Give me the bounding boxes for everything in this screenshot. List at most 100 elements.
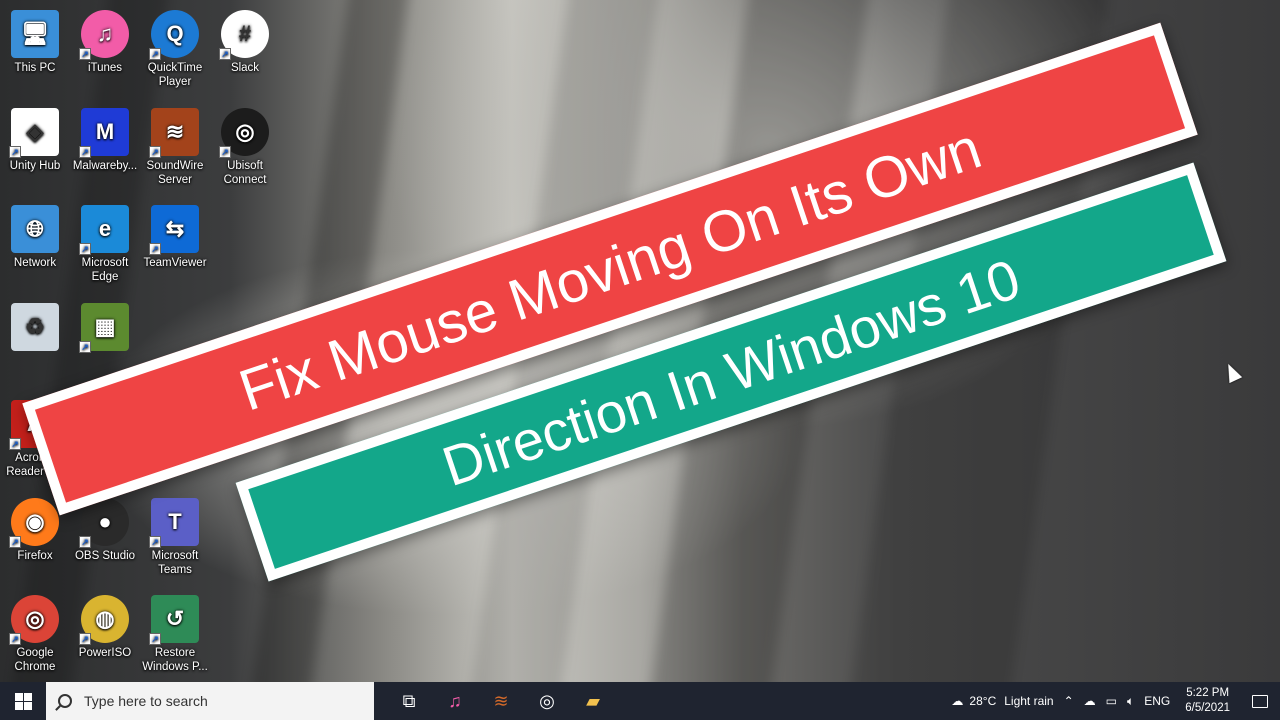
- network-icon: ▭: [1105, 694, 1118, 708]
- shortcut-arrow-icon: ↗: [9, 633, 21, 645]
- windows-logo-icon: [14, 692, 32, 710]
- taskbar-app-button[interactable]: ≋: [478, 682, 524, 720]
- show-hidden-icons-button[interactable]: ⌃: [1059, 682, 1079, 720]
- desktop-icon[interactable]: ◎ ↗ Google Chrome: [0, 591, 70, 682]
- desktop-icon[interactable]: M ↗ Malwareby...: [70, 104, 140, 200]
- desktop-icon[interactable]: ◍ ↗ PowerISO: [70, 591, 140, 682]
- desktop-icon[interactable]: ↺ ↗ Restore Windows P...: [140, 591, 210, 682]
- clock-time: 5:22 PM: [1186, 687, 1230, 699]
- desktop-icon[interactable]: ⇆ ↗ TeamViewer: [140, 201, 210, 297]
- quicktime-icon: Q ↗: [149, 10, 199, 60]
- shortcut-arrow-icon: ↗: [219, 48, 231, 60]
- desktop[interactable]: 🖥︎ This PC ♫ ↗ iTunes Q ↗ QuickTime Player # ↗ Sla…: [0, 0, 1280, 682]
- desktop-icon-label: This PC: [14, 62, 56, 74]
- clock-date: 6/5/2021: [1185, 702, 1230, 714]
- malwarebytes-icon: M ↗: [79, 107, 129, 158]
- soundwire-icon: ≋: [493, 690, 509, 711]
- search-input[interactable]: [84, 693, 344, 709]
- clock[interactable]: 5:22 PM 6/5/2021: [1175, 686, 1240, 716]
- desktop-icon[interactable]: 🌐︎ Network: [0, 201, 70, 297]
- weather-desc: Light rain: [1004, 694, 1054, 708]
- desktop-icon[interactable]: e ↗ Microsoft Edge: [70, 201, 140, 297]
- restore-icon: ↺ ↗: [149, 595, 199, 645]
- desktop-icon-label: QuickTime Player: [147, 62, 203, 88]
- chevron-up-icon: ⌃: [1063, 694, 1074, 708]
- shortcut-arrow-icon: ↗: [149, 243, 161, 255]
- unity-icon: ◈ ↗: [9, 107, 59, 158]
- network-button[interactable]: ▭: [1101, 682, 1122, 720]
- desktop-icon[interactable]: ◈ ↗ Unity Hub: [0, 104, 70, 200]
- task-view-icon: ⧉: [402, 690, 416, 711]
- teams-icon: T ↗: [149, 497, 199, 548]
- notification-icon: [1252, 694, 1268, 708]
- shortcut-arrow-icon: ↗: [79, 633, 91, 645]
- shortcut-arrow-icon: ↗: [9, 535, 21, 548]
- shortcut-arrow-icon: ↗: [79, 340, 91, 353]
- desktop-icon[interactable]: # ↗ Slack: [210, 6, 280, 102]
- computer-icon: 🖥︎: [11, 10, 59, 58]
- weather-temp: 28°C: [969, 694, 997, 708]
- taskbar-search-box[interactable]: [46, 682, 374, 720]
- desktop-icon-label: Microsoft Edge: [81, 257, 129, 283]
- pinned-apps: ⧉ ♫ ≋ ◎ ▰: [386, 682, 616, 720]
- shortcut-arrow-icon: ↗: [149, 535, 161, 548]
- taskbar: ⧉ ♫ ≋ ◎ ▰ ☁ 28°C Light rain ⌃ ☁ ▭ 🔈︎ ENG 5:2…: [0, 682, 1280, 720]
- desktop-icon-label: Ubisoft Connect: [223, 159, 267, 186]
- desktop-icon-label: Malwareby...: [72, 159, 138, 172]
- start-button[interactable]: [0, 682, 46, 720]
- slack-icon: # ↗: [219, 10, 269, 60]
- desktop-icon[interactable]: ♻: [0, 299, 70, 395]
- firefox-icon: ◉ ↗: [9, 497, 59, 548]
- desktop-icon[interactable]: 🖥︎ This PC: [0, 6, 70, 102]
- shortcut-arrow-icon: ↗: [79, 48, 91, 60]
- taskbar-app-button[interactable]: ♫: [432, 682, 478, 720]
- onedrive-button[interactable]: ☁: [1079, 682, 1101, 720]
- shortcut-arrow-icon: ↗: [219, 145, 231, 158]
- language-label: ENG: [1144, 694, 1171, 708]
- taskbar-app-button[interactable]: ◎: [524, 682, 570, 720]
- desktop-icon[interactable]: Q ↗ QuickTime Player: [140, 6, 210, 102]
- shortcut-arrow-icon: ↗: [149, 633, 161, 645]
- ubisoft-icon: ◎: [539, 690, 555, 711]
- volume-button[interactable]: 🔈︎: [1122, 682, 1139, 720]
- mouse-cursor-icon: [1221, 360, 1243, 384]
- poweriso-icon: ◍ ↗: [79, 595, 129, 645]
- speaker-icon: 🔈︎: [1127, 693, 1135, 708]
- network-icon: 🌐︎: [11, 205, 59, 253]
- desktop-icon-label: PowerISO: [78, 647, 132, 659]
- taskbar-app-button[interactable]: ▰: [570, 682, 616, 720]
- language-indicator[interactable]: ENG: [1139, 682, 1175, 720]
- shortcut-arrow-icon: ↗: [79, 243, 91, 255]
- desktop-icon-label: Slack: [230, 62, 260, 74]
- desktop-icon-label: iTunes: [87, 62, 123, 74]
- system-tray: ☁ 28°C Light rain ⌃ ☁ ▭ 🔈︎ ENG 5:22 PM 6…: [946, 682, 1280, 720]
- onedrive-cloud-icon: ☁: [1083, 694, 1096, 708]
- desktop-icon-label: TeamViewer: [143, 257, 207, 269]
- file-explorer-icon: ▰: [586, 690, 600, 711]
- desktop-icon[interactable]: T ↗ Microsoft Teams: [140, 494, 210, 590]
- shortcut-arrow-icon: ↗: [9, 438, 21, 450]
- shortcut-arrow-icon: ↗: [149, 145, 161, 158]
- ubisoft-icon: ◎ ↗: [219, 107, 269, 158]
- desktop-icon[interactable]: ♫ ↗ iTunes: [70, 6, 140, 102]
- shortcut-arrow-icon: ↗: [149, 48, 161, 60]
- taskbar-app-button[interactable]: ⧉: [386, 682, 432, 720]
- desktop-icon[interactable]: ◎ ↗ Ubisoft Connect: [210, 104, 280, 200]
- soundwire-icon: ≋ ↗: [149, 107, 199, 158]
- desktop-icon-label: OBS Studio: [74, 549, 136, 562]
- teamviewer-icon: ⇆ ↗: [149, 205, 199, 255]
- cloud-rain-icon: ☁: [951, 694, 964, 708]
- minecraft-icon: ▦ ↗: [79, 302, 129, 353]
- itunes-icon: ♫: [448, 690, 462, 711]
- itunes-icon: ♫ ↗: [79, 10, 129, 60]
- search-icon: [58, 694, 72, 708]
- weather-widget[interactable]: ☁ 28°C Light rain: [946, 682, 1058, 720]
- desktop-icon-label: SoundWire Server: [146, 159, 204, 186]
- desktop-icon-label: Network: [13, 257, 57, 269]
- desktop-icon[interactable]: ≋ ↗ SoundWire Server: [140, 104, 210, 200]
- notifications-button[interactable]: [1240, 682, 1280, 720]
- recycle-bin-icon: ♻: [11, 302, 59, 351]
- desktop-icon-label: Microsoft Teams: [151, 549, 199, 576]
- desktop-icon-label: Unity Hub: [9, 159, 61, 172]
- shortcut-arrow-icon: ↗: [79, 535, 91, 548]
